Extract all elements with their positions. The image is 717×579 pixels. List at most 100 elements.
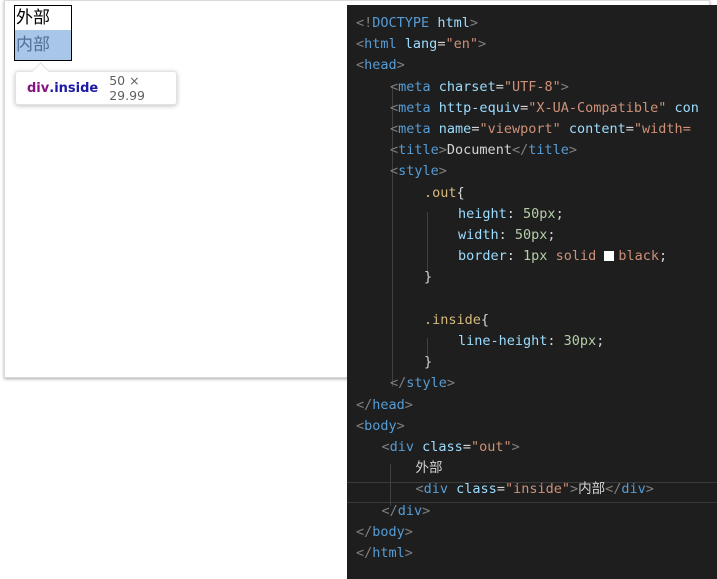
code-token: { bbox=[456, 184, 465, 201]
code-token: < bbox=[390, 163, 399, 180]
tooltip-tag: div bbox=[27, 80, 50, 96]
code-line[interactable]: 外部 bbox=[416, 458, 443, 479]
code-line[interactable]: <meta http-equiv="X-UA-Compatible" con bbox=[390, 98, 699, 119]
code-line[interactable]: <!DOCTYPE html> bbox=[356, 13, 478, 34]
code-line[interactable]: .inside{ bbox=[424, 310, 489, 331]
code-token: http-equiv bbox=[438, 99, 521, 116]
code-token: > bbox=[422, 502, 431, 519]
tooltip-arrow bbox=[31, 62, 50, 81]
code-token: > bbox=[560, 78, 569, 95]
out-div[interactable]: 外部 内部 bbox=[14, 5, 72, 61]
inside-text: 内部 bbox=[16, 35, 50, 55]
code-token: > bbox=[404, 523, 413, 540]
code-token: style bbox=[398, 163, 439, 180]
code-token: div bbox=[389, 439, 415, 455]
code-token: ; bbox=[659, 248, 668, 265]
code-token: class bbox=[422, 439, 463, 455]
code-token: 1px bbox=[523, 248, 548, 265]
code-line[interactable]: <meta charset="UTF-8"> bbox=[390, 77, 569, 98]
code-token: : bbox=[498, 227, 515, 243]
code-token: class bbox=[456, 481, 497, 498]
code-token: > bbox=[404, 545, 413, 561]
code-token: > bbox=[446, 375, 456, 392]
code-token: <! bbox=[356, 15, 373, 31]
code-token: "out" bbox=[470, 439, 512, 455]
code-line[interactable]: <html lang="en"> bbox=[356, 34, 486, 55]
code-token: head bbox=[372, 396, 405, 413]
code-token: < bbox=[356, 57, 365, 74]
code-token: "UTF-8" bbox=[503, 78, 561, 95]
code-token: > bbox=[477, 36, 487, 53]
code-token: : bbox=[547, 333, 564, 349]
code-token: "X-UA-Compatible" bbox=[528, 99, 667, 116]
code-line[interactable]: <meta name="viewport" content="width= bbox=[390, 119, 691, 140]
code-line[interactable]: </html> bbox=[356, 543, 413, 564]
code-line[interactable]: </body> bbox=[356, 522, 413, 543]
inside-div-highlight[interactable]: 内部 bbox=[15, 30, 71, 60]
code-token: > bbox=[438, 142, 447, 159]
code-line[interactable]: <style> bbox=[390, 161, 447, 182]
code-line[interactable]: line-height: 30px; bbox=[458, 331, 604, 352]
code-line[interactable]: <div class="inside">内部</div> bbox=[416, 479, 654, 500]
code-token: </ bbox=[605, 481, 622, 498]
code-line[interactable]: </style> bbox=[390, 373, 455, 394]
code-token: "inside" bbox=[504, 481, 570, 498]
code-line[interactable]: } bbox=[424, 267, 432, 288]
code-token: > bbox=[568, 142, 577, 159]
code-token: 30px bbox=[563, 333, 597, 349]
code-token: > bbox=[569, 481, 579, 498]
code-line[interactable]: <title>Document</title> bbox=[390, 140, 577, 161]
code-token: < bbox=[415, 481, 424, 498]
code-token: > bbox=[396, 417, 405, 434]
code-line[interactable]: width: 50px; bbox=[458, 225, 556, 246]
code-token: </ bbox=[356, 523, 373, 540]
code-token: = bbox=[462, 439, 471, 455]
code-token: lang bbox=[404, 36, 438, 53]
code-token: con bbox=[674, 99, 699, 116]
code-token: < bbox=[356, 36, 365, 53]
code-token: > bbox=[469, 15, 478, 31]
code-token: < bbox=[381, 439, 390, 455]
color-swatch-icon[interactable] bbox=[604, 251, 615, 262]
code-line[interactable]: <head> bbox=[356, 55, 405, 76]
code-editor[interactable]: <!DOCTYPE html> <html lang="en"> <head> <me… bbox=[347, 5, 717, 579]
code-line[interactable]: </head> bbox=[356, 395, 413, 416]
code-token: ; bbox=[547, 227, 556, 243]
code-token: meta bbox=[398, 78, 431, 95]
code-token: = bbox=[625, 121, 634, 137]
tooltip-selector: .inside bbox=[49, 80, 99, 96]
code-token: body bbox=[372, 523, 405, 540]
code-line[interactable]: <body> bbox=[356, 416, 405, 437]
code-line[interactable]: .out{ bbox=[424, 183, 465, 204]
code-token: < bbox=[390, 121, 399, 137]
code-token: title bbox=[528, 142, 569, 159]
code-token: body bbox=[364, 417, 397, 434]
code-token: 50px bbox=[523, 205, 556, 222]
code-token: = bbox=[495, 78, 504, 95]
code-token: "viewport" bbox=[479, 121, 561, 137]
code-token: html bbox=[372, 545, 405, 561]
code-token: content bbox=[568, 121, 626, 137]
code-token: 50px bbox=[514, 227, 548, 243]
code-line[interactable]: } bbox=[424, 352, 432, 373]
code-token: > bbox=[438, 163, 447, 180]
code-line[interactable]: border: 1px solid black; bbox=[458, 246, 667, 267]
code-token: .out bbox=[424, 184, 457, 201]
code-token: width bbox=[458, 227, 499, 243]
code-line[interactable]: height: 50px; bbox=[458, 204, 564, 225]
out-text: 外部 bbox=[16, 8, 50, 28]
code-token: > bbox=[404, 396, 413, 413]
code-line[interactable]: </div> bbox=[382, 501, 431, 522]
code-token: = bbox=[520, 99, 529, 116]
code-token: < bbox=[390, 99, 399, 116]
code-line[interactable]: <div class="out"> bbox=[382, 437, 520, 458]
code-token: div bbox=[621, 481, 646, 498]
